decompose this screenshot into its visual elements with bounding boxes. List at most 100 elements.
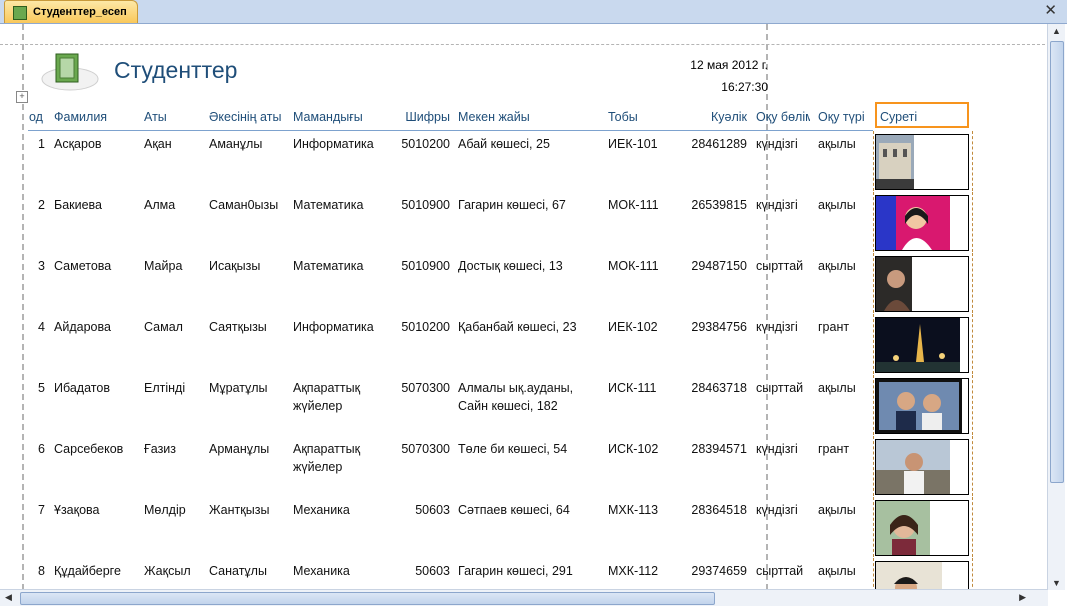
cell-code[interactable]: 2 (29, 196, 45, 232)
cell-patronymic[interactable]: Санатұлы (209, 562, 285, 590)
student-photo[interactable] (875, 134, 969, 190)
cell-surname[interactable]: Құдайберге (54, 562, 136, 590)
header-code[interactable]: од (29, 108, 45, 126)
header-specialty[interactable]: Мамандығы (293, 108, 383, 126)
cell-name[interactable]: Алма (144, 196, 199, 232)
cell-cipher[interactable]: 50603 (395, 562, 450, 590)
cell-id-number[interactable]: 28394571 (676, 440, 747, 476)
cell-group[interactable]: ИЕК-101 (608, 135, 668, 171)
cell-study-type[interactable]: грант (818, 440, 872, 476)
cell-dept[interactable]: күндізгі (756, 196, 810, 232)
cell-study-type[interactable]: ақылы (818, 562, 872, 590)
cell-patronymic[interactable]: Арманұлы (209, 440, 285, 476)
header-study-type[interactable]: Оқу түрі (818, 108, 872, 126)
scroll-right-icon[interactable]: ▶ (1019, 592, 1026, 603)
cell-specialty[interactable]: Математика (293, 196, 389, 232)
cell-id-number[interactable]: 28463718 (676, 379, 747, 415)
header-patronymic[interactable]: Әкесінің аты (209, 108, 285, 126)
student-photo[interactable] (875, 317, 969, 373)
cell-surname[interactable]: Бакиева (54, 196, 136, 232)
cell-code[interactable]: 1 (29, 135, 45, 171)
header-id[interactable]: Куәлік (676, 108, 747, 126)
cell-id-number[interactable]: 29384756 (676, 318, 747, 354)
cell-code[interactable]: 6 (29, 440, 45, 476)
cell-patronymic[interactable]: Исақызы (209, 257, 285, 293)
cell-study-type[interactable]: ақылы (818, 501, 872, 537)
cell-dept[interactable]: күндізгі (756, 501, 810, 537)
student-photo[interactable] (875, 256, 969, 312)
header-surname[interactable]: Фамилия (54, 108, 134, 126)
cell-surname[interactable]: Ұзақова (54, 501, 136, 537)
cell-group[interactable]: МХК-113 (608, 501, 668, 537)
cell-address[interactable]: Төле би көшесі, 54 (458, 440, 603, 476)
cell-address[interactable]: Сәтпаев көшесі, 64 (458, 501, 603, 537)
header-dept[interactable]: Оқу бөлімі (756, 108, 810, 126)
vertical-scroll-thumb[interactable] (1050, 41, 1064, 483)
cell-name[interactable]: Жақсыл (144, 562, 199, 590)
cell-address[interactable]: Гагарин көшесі, 291 (458, 562, 603, 590)
tab-report[interactable]: Студенттер_есеп (4, 0, 138, 23)
cell-id-number[interactable]: 28461289 (676, 135, 747, 171)
cell-surname[interactable]: Саметова (54, 257, 136, 293)
cell-name[interactable]: Мөлдір (144, 501, 199, 537)
cell-name[interactable]: Ақан (144, 135, 199, 171)
cell-dept[interactable]: сырттай (756, 257, 810, 293)
cell-specialty[interactable]: Информатика (293, 318, 389, 354)
cell-dept[interactable]: сырттай (756, 379, 810, 415)
cell-code[interactable]: 5 (29, 379, 45, 415)
vertical-scrollbar[interactable]: ▲ ▼ (1047, 24, 1065, 590)
student-photo[interactable] (875, 439, 969, 495)
cell-specialty[interactable]: Информатика (293, 135, 389, 171)
cell-name[interactable]: Ғазиз (144, 440, 199, 476)
cell-dept[interactable]: күндізгі (756, 135, 810, 171)
scroll-left-icon[interactable]: ◀ (5, 592, 12, 603)
cell-specialty[interactable]: Математика (293, 257, 389, 293)
cell-patronymic[interactable]: Аманұлы (209, 135, 285, 171)
cell-address[interactable]: Абай көшесі, 25 (458, 135, 603, 171)
cell-id-number[interactable]: 29374659 (676, 562, 747, 590)
cell-specialty[interactable]: Механика (293, 501, 389, 537)
cell-group[interactable]: ИСК-111 (608, 379, 668, 415)
cell-specialty[interactable]: Ақпараттық жүйелер (293, 379, 389, 415)
cell-group[interactable]: МХК-112 (608, 562, 668, 590)
header-name[interactable]: Аты (144, 108, 199, 126)
cell-code[interactable]: 4 (29, 318, 45, 354)
cell-study-type[interactable]: ақылы (818, 135, 872, 171)
cell-name[interactable]: Елтінді (144, 379, 199, 415)
cell-surname[interactable]: Ибадатов (54, 379, 136, 415)
student-photo[interactable] (875, 561, 969, 590)
cell-patronymic[interactable]: Жантқызы (209, 501, 285, 537)
student-photo[interactable] (875, 500, 969, 556)
cell-id-number[interactable]: 29487150 (676, 257, 747, 293)
header-group[interactable]: Тобы (608, 108, 668, 126)
cell-id-number[interactable]: 28364518 (676, 501, 747, 537)
horizontal-scroll-thumb[interactable] (20, 592, 715, 605)
cell-cipher[interactable]: 5010200 (395, 318, 450, 354)
cell-cipher[interactable]: 50603 (395, 501, 450, 537)
cell-address[interactable]: Қабанбай көшесі, 23 (458, 318, 603, 354)
cell-cipher[interactable]: 5070300 (395, 440, 450, 476)
student-photo[interactable] (875, 195, 969, 251)
cell-name[interactable]: Майра (144, 257, 199, 293)
cell-id-number[interactable]: 26539815 (676, 196, 747, 232)
cell-address[interactable]: Гагарин көшесі, 67 (458, 196, 603, 232)
header-address[interactable]: Мекен жайы (458, 108, 598, 126)
cell-code[interactable]: 3 (29, 257, 45, 293)
cell-specialty[interactable]: Механика (293, 562, 389, 590)
scroll-up-icon[interactable]: ▲ (1052, 26, 1061, 36)
cell-dept[interactable]: күндізгі (756, 440, 810, 476)
cell-address[interactable]: Алмалы ық.ауданы, Сайн көшесі, 182 (458, 379, 603, 415)
cell-study-type[interactable]: грант (818, 318, 872, 354)
cell-group[interactable]: ИЕК-102 (608, 318, 668, 354)
cell-group[interactable]: МОК-111 (608, 257, 668, 293)
horizontal-scrollbar[interactable]: ◀ ▶ (0, 589, 1048, 606)
cell-address[interactable]: Достық көшесі, 13 (458, 257, 603, 293)
cell-group[interactable]: ИСК-102 (608, 440, 668, 476)
cell-dept[interactable]: күндізгі (756, 318, 810, 354)
cell-code[interactable]: 8 (29, 562, 45, 590)
cell-patronymic[interactable]: Мұратұлы (209, 379, 285, 415)
scroll-down-icon[interactable]: ▼ (1052, 578, 1061, 588)
close-icon[interactable]: ✕ (1044, 2, 1057, 20)
cell-group[interactable]: МОК-111 (608, 196, 668, 232)
cell-cipher[interactable]: 5010900 (395, 196, 450, 232)
